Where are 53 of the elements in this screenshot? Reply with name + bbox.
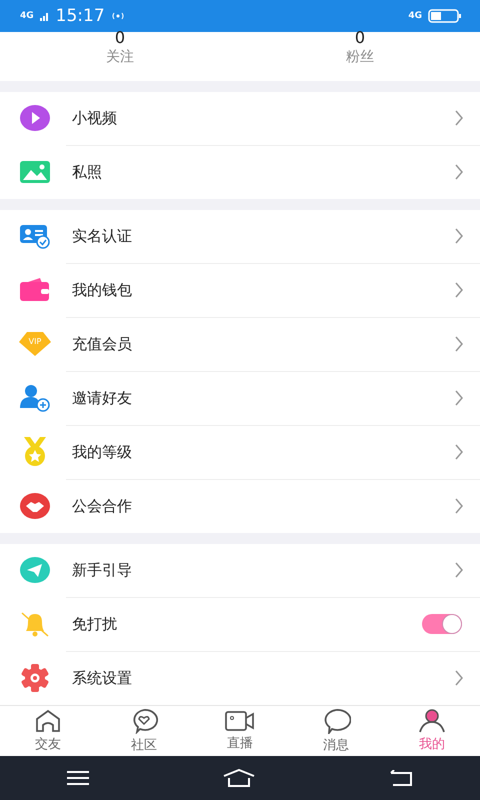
- chevron-right-icon: [454, 390, 464, 406]
- nav-tab[interactable]: 消息: [288, 706, 384, 756]
- chevron-right-icon: [454, 164, 464, 180]
- paper-plane-icon: [20, 557, 50, 584]
- menu-item-label[interactable]: 公会合作: [72, 496, 454, 516]
- menu-item-label[interactable]: 私照: [72, 162, 454, 182]
- chevron-right-icon: [454, 228, 464, 244]
- menu-item-label[interactable]: 我的等级: [72, 442, 454, 462]
- vip-diamond-icon: VIP: [19, 332, 51, 356]
- menu-item-label[interactable]: 新手引导: [72, 560, 454, 580]
- home-icon: [34, 708, 62, 733]
- menu-item-label[interactable]: 邀请好友: [72, 388, 454, 408]
- stat-label: 关注: [106, 48, 134, 66]
- nav-tab[interactable]: 社区: [96, 706, 192, 756]
- toggle-switch[interactable]: [422, 614, 462, 634]
- user-icon: [418, 708, 446, 733]
- stat-label: 粉丝: [346, 48, 374, 66]
- chevron-right-icon: [454, 670, 464, 686]
- battery-icon: [428, 9, 462, 24]
- play-icon: [20, 105, 50, 132]
- network-label: 4G: [408, 11, 422, 22]
- menu-item-label[interactable]: 免打扰: [72, 614, 422, 634]
- chevron-right-icon: [454, 498, 464, 514]
- image-icon: [20, 161, 50, 184]
- add-user-icon: [20, 384, 50, 412]
- nav-tab[interactable]: 直播: [192, 706, 288, 756]
- menu-item-label[interactable]: 系统设置: [72, 668, 454, 688]
- back-icon[interactable]: [389, 770, 413, 786]
- chevron-right-icon: [454, 282, 464, 298]
- wallet-icon: [20, 278, 50, 302]
- muted-bell-icon: [20, 610, 50, 638]
- menu-item-label[interactable]: 充值会员: [72, 334, 454, 354]
- status-time: 15:17: [56, 6, 105, 26]
- chevron-right-icon: [454, 562, 464, 578]
- chevron-right-icon: [454, 110, 464, 126]
- stat-value: 0: [354, 32, 366, 44]
- stat-value: 0: [114, 32, 126, 44]
- hotspot-icon: [110, 11, 125, 22]
- menu-item-label[interactable]: 我的钱包: [72, 280, 454, 300]
- menu-item-label[interactable]: 实名认证: [72, 226, 454, 246]
- chevron-right-icon: [454, 444, 464, 460]
- chevron-right-icon: [454, 336, 464, 352]
- nav-tab[interactable]: 交友: [0, 706, 96, 756]
- network-label: 4G: [20, 11, 34, 22]
- menu-item-label[interactable]: 小视频: [72, 108, 454, 128]
- nav-tab[interactable]: 我的: [384, 706, 480, 756]
- settings-icon: [20, 664, 50, 692]
- medal-icon: [21, 437, 49, 468]
- video-camera-icon: [225, 710, 255, 732]
- id-card-icon: [20, 223, 50, 250]
- signal-icon: [40, 11, 50, 22]
- home-icon[interactable]: [223, 769, 255, 788]
- menu-icon[interactable]: [67, 771, 89, 786]
